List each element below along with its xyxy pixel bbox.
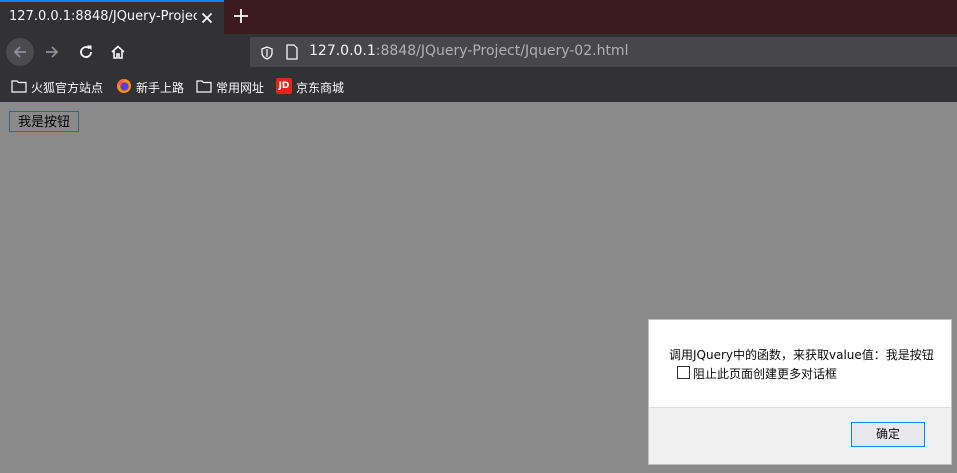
- checkbox[interactable]: [677, 366, 690, 379]
- jd-icon: JD: [276, 78, 292, 94]
- dialog-footer: 确定: [649, 407, 951, 464]
- forward-button[interactable]: [38, 38, 66, 66]
- bookmark-label: 新手上路: [136, 81, 185, 95]
- url-path: :8848/JQuery-Project/Jquery-02.html: [375, 43, 629, 59]
- active-tab[interactable]: 127.0.0.1:8848/JQuery-Project/Jq: [0, 0, 224, 34]
- tab-strip: 127.0.0.1:8848/JQuery-Project/Jq: [0, 0, 957, 34]
- new-tab-icon[interactable]: [232, 7, 250, 25]
- tab-title: 127.0.0.1:8848/JQuery-Project/Jq: [9, 9, 197, 24]
- bookmark-label: 火狐官方站点: [31, 81, 104, 95]
- bookmark-item[interactable]: 火狐官方站点: [11, 78, 111, 96]
- folder-icon: [11, 78, 27, 94]
- bookmark-label: 京东商城: [296, 81, 345, 95]
- dialog-message: 调用JQuery中的函数，来获取value值：我是按钮: [669, 348, 934, 362]
- bookmark-item[interactable]: JD 京东商城: [276, 78, 350, 96]
- arrow-right-icon: [46, 46, 59, 58]
- bookmark-item[interactable]: 常用网址: [196, 78, 270, 96]
- back-button[interactable]: [6, 38, 34, 66]
- shield-icon[interactable]: [260, 45, 274, 64]
- browser-window: 127.0.0.1:8848/JQuery-Project/Jq: [0, 0, 957, 473]
- ok-button[interactable]: 确定: [851, 422, 925, 447]
- checkbox-label: 阻止此页面创建更多对话框: [693, 367, 838, 381]
- reload-icon: [80, 45, 92, 58]
- url-text[interactable]: 127.0.0.1:8848/JQuery-Project/Jquery-02.…: [309, 43, 628, 59]
- bookmark-label: 常用网址: [216, 81, 265, 95]
- folder-icon: [196, 78, 212, 94]
- alert-dialog: 调用JQuery中的函数，来获取value值：我是按钮 阻止此页面创建更多对话框…: [648, 319, 952, 465]
- home-button[interactable]: [104, 38, 132, 66]
- url-host: 127.0.0.1: [309, 43, 376, 59]
- page-info-icon[interactable]: [285, 44, 299, 64]
- reload-button[interactable]: [72, 38, 100, 66]
- navigation-toolbar: 127.0.0.1:8848/JQuery-Project/Jquery-02.…: [0, 34, 957, 70]
- close-tab-icon[interactable]: [199, 10, 215, 26]
- arrow-left-icon: [13, 46, 26, 58]
- bookmark-item[interactable]: 新手上路: [116, 78, 190, 96]
- firefox-icon: [116, 78, 132, 94]
- url-bar[interactable]: 127.0.0.1:8848/JQuery-Project/Jquery-02.…: [250, 37, 957, 67]
- home-icon: [111, 45, 125, 59]
- bookmarks-toolbar: 火狐官方站点 新手上路 常用网址 JD 京东商城: [0, 70, 957, 102]
- page-button[interactable]: 我是按钮: [9, 111, 80, 132]
